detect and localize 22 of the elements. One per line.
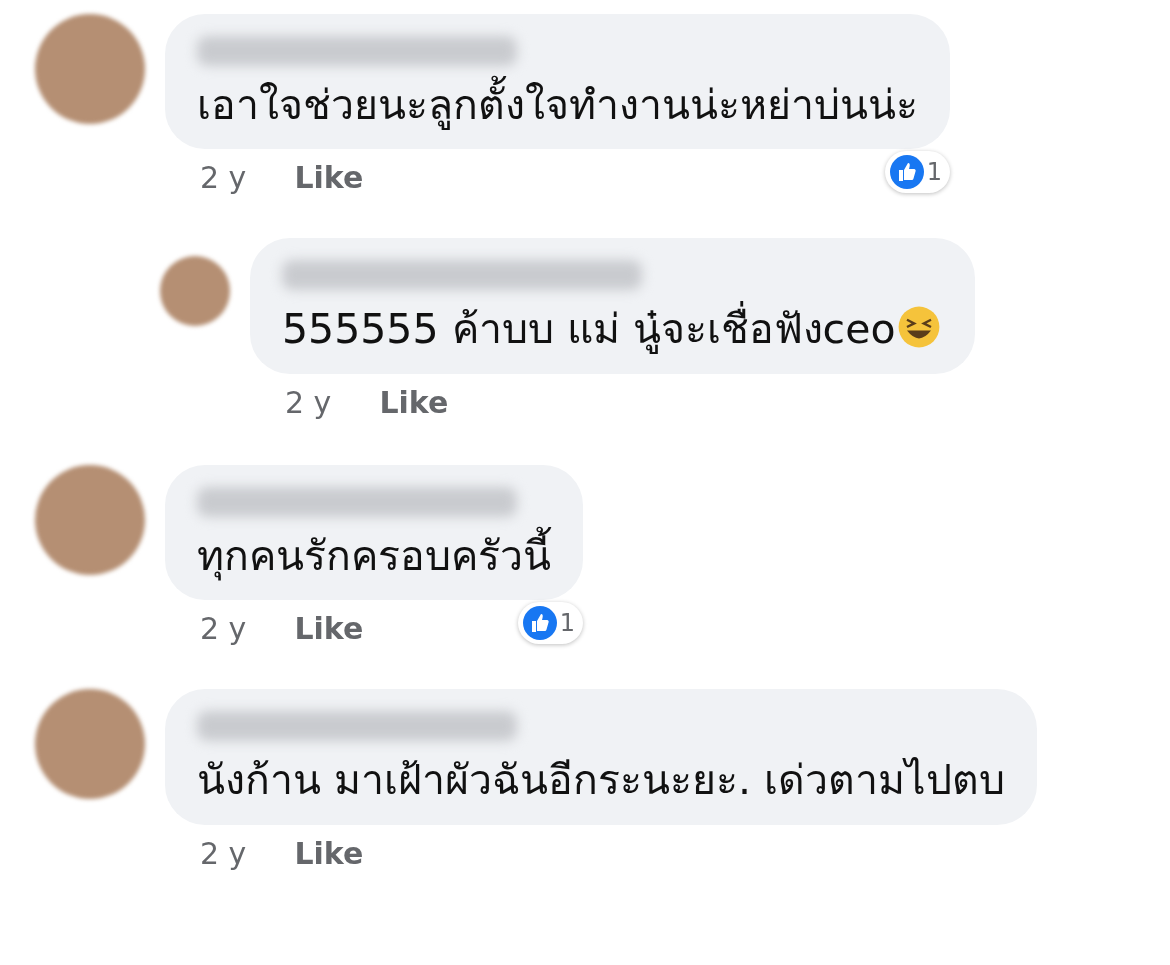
comment-text: นังก้าน มาเฝ้าผัวฉันอีกระนะยะ. เด่วตามไปตบ (197, 755, 1006, 807)
like-link[interactable]: Like (294, 830, 364, 876)
reaction-count: 1 (559, 608, 575, 640)
comment-text: เอาใจช่วยนะลูกตั้งใจทำงานน่ะหย่าบ่นน่ะ (197, 76, 918, 136)
reaction-badge[interactable]: 1 (884, 151, 950, 194)
comment-time[interactable]: 2 y (285, 379, 332, 425)
like-link[interactable]: Like (294, 606, 364, 652)
like-icon (521, 605, 558, 642)
like-link[interactable]: Like (294, 155, 364, 201)
avatar-placeholder[interactable] (35, 14, 145, 124)
reaction-count: 1 (926, 157, 942, 189)
comment-time[interactable]: 2 y (200, 830, 247, 876)
reaction-badge[interactable]: 1 (517, 602, 583, 645)
avatar-placeholder[interactable] (35, 464, 145, 575)
comment-time[interactable]: 2 y (200, 606, 247, 652)
comment-text: 555555 ค้าบบ แม่ นู๋จะเชื่อฟังceo (282, 300, 944, 360)
like-icon (888, 154, 925, 191)
avatar-placeholder[interactable] (160, 256, 230, 327)
comment-text: ทุกคนรักครอบครัวนี้ (197, 526, 551, 587)
comment-time[interactable]: 2 y (200, 155, 247, 201)
avatar-placeholder[interactable] (35, 689, 145, 800)
like-link[interactable]: Like (379, 379, 449, 425)
